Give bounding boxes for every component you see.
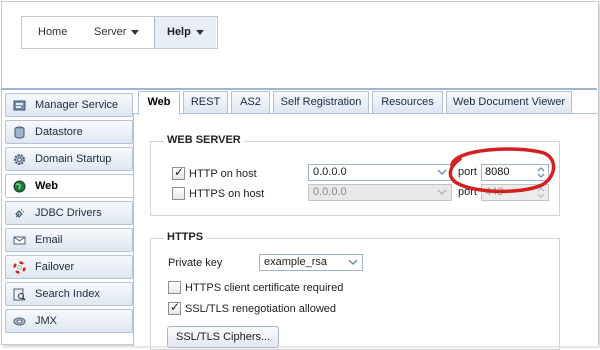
check-icon: ✓ xyxy=(174,165,185,179)
https-port-spinner[interactable]: 443 xyxy=(481,184,549,201)
tab-resources[interactable]: Resources xyxy=(372,91,443,113)
sidebar: Manager Service Datastore Domain Startup… xyxy=(5,90,136,333)
caret-down-icon xyxy=(131,29,140,35)
spinner-arrows-icon[interactable] xyxy=(536,186,546,199)
tab-label: Web xyxy=(147,96,171,108)
renegotiation-label: SSL/TLS renegotiation allowed xyxy=(185,303,337,315)
http-port-value: 8080 xyxy=(485,166,510,178)
top-menu-bar: Home Server Help xyxy=(21,16,218,49)
sidebar-item-domain-startup[interactable]: Domain Startup xyxy=(5,147,133,171)
menu-home[interactable]: Home xyxy=(38,17,67,48)
jmx-icon xyxy=(13,317,26,326)
http-host-select[interactable]: 0.0.0.0 xyxy=(308,164,452,181)
sidebar-item-email[interactable]: Email xyxy=(5,228,133,252)
sidebar-item-web[interactable]: Web xyxy=(5,174,136,198)
private-key-label: Private key xyxy=(168,257,223,269)
chevron-down-icon xyxy=(437,169,447,176)
lifebuoy-icon xyxy=(13,261,26,274)
tab-web-document-viewer[interactable]: Web Document Viewer xyxy=(446,91,572,113)
menu-server-label: Server xyxy=(94,26,127,38)
sidebar-item-jdbc-drivers[interactable]: JDBC Drivers xyxy=(5,201,133,225)
http-port-label: port xyxy=(458,166,477,178)
tab-web[interactable]: Web xyxy=(138,91,180,115)
sidebar-item-label: Manager Service xyxy=(35,99,119,111)
chevron-down-icon xyxy=(348,259,358,266)
sidebar-item-label: Domain Startup xyxy=(35,153,112,165)
http-host-value: 0.0.0.0 xyxy=(313,166,347,178)
chevron-down-icon xyxy=(437,189,447,196)
client-cert-label: HTTPS client certificate required xyxy=(185,282,344,294)
caret-down-icon xyxy=(195,29,204,35)
tab-self-registration[interactable]: Self Registration xyxy=(273,91,369,113)
menu-home-label: Home xyxy=(38,26,68,38)
http-on-host-label: HTTP on host xyxy=(189,168,257,180)
menu-help[interactable]: Help xyxy=(154,17,216,48)
search-index-icon xyxy=(13,288,26,301)
https-host-select[interactable]: 0.0.0.0 xyxy=(308,184,452,201)
https-port-value: 443 xyxy=(485,186,504,198)
sidebar-item-jmx[interactable]: JMX xyxy=(5,309,133,333)
https-legend: HTTPS xyxy=(164,231,207,243)
envelope-icon xyxy=(13,236,26,245)
check-icon: ✓ xyxy=(170,300,181,314)
ssl-ciphers-button[interactable]: SSL/TLS Ciphers... xyxy=(167,326,280,348)
tab-label: Resources xyxy=(381,96,434,108)
tab-label: Self Registration xyxy=(280,96,362,108)
sidebar-item-label: Web xyxy=(35,180,59,192)
tab-as2[interactable]: AS2 xyxy=(231,91,270,113)
manager-icon xyxy=(13,100,26,111)
http-port-spinner[interactable]: 8080 xyxy=(481,164,549,181)
http-on-host-checkbox[interactable]: ✓ xyxy=(172,165,185,180)
sidebar-item-manager-service[interactable]: Manager Service xyxy=(5,93,133,117)
menu-server[interactable]: Server xyxy=(94,17,140,48)
renegotiation-checkbox[interactable]: ✓ xyxy=(168,300,181,315)
sidebar-item-search-index[interactable]: Search Index xyxy=(5,282,133,306)
sidebar-item-datastore[interactable]: Datastore xyxy=(5,120,133,144)
sidebar-item-label: Failover xyxy=(35,261,75,273)
globe-icon xyxy=(13,180,26,193)
tab-label: REST xyxy=(190,96,221,108)
private-key-value: example_rsa xyxy=(264,256,327,268)
sidebar-item-label: Email xyxy=(35,234,63,246)
gear-icon xyxy=(14,154,25,165)
sidebar-item-failover[interactable]: Failover xyxy=(5,255,133,279)
https-port-label: port xyxy=(458,186,477,198)
spinner-arrows-icon[interactable] xyxy=(536,166,546,179)
sidebar-item-label: Search Index xyxy=(35,288,100,300)
sidebar-item-label: JDBC Drivers xyxy=(35,207,102,219)
tab-label: AS2 xyxy=(240,96,261,108)
https-on-host-label: HTTPS on host xyxy=(189,188,265,200)
tab-rest[interactable]: REST xyxy=(183,91,228,113)
https-on-host-checkbox[interactable] xyxy=(172,187,185,200)
database-icon xyxy=(14,126,25,139)
sidebar-item-label: JMX xyxy=(35,315,57,327)
plug-icon xyxy=(15,208,25,218)
https-host-value: 0.0.0.0 xyxy=(313,186,347,198)
web-server-legend: WEB SERVER xyxy=(164,134,244,146)
private-key-select[interactable]: example_rsa xyxy=(259,254,363,271)
client-cert-checkbox[interactable] xyxy=(168,281,181,294)
menu-help-label: Help xyxy=(167,26,191,38)
tab-label: Web Document Viewer xyxy=(452,96,566,108)
sidebar-item-label: Datastore xyxy=(35,126,83,138)
